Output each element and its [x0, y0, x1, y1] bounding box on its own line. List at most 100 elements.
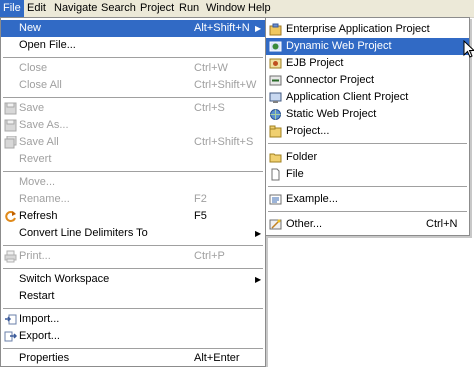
menu-item-accel: F5: [194, 210, 207, 222]
static-web-icon: [270, 109, 281, 120]
menu-item-close-all[interactable]: Close All Ctrl+Shift+W: [1, 77, 265, 94]
menu-item-label: Application Client Project: [286, 91, 409, 103]
menu-item-label: Example...: [286, 193, 338, 205]
menu-item-refresh[interactable]: Refresh F5: [1, 208, 265, 225]
menu-item-label: New: [19, 22, 42, 34]
separator: [3, 97, 263, 98]
menu-item-label: Enterprise Application Project: [286, 23, 430, 35]
menu-item-label: EJB Project: [286, 57, 344, 69]
submenu-item-folder[interactable]: Folder: [266, 149, 469, 166]
submenu-item-enterprise-application-project[interactable]: Enterprise Application Project: [266, 21, 469, 38]
print-icon: [4, 250, 17, 263]
ejb-icon: [269, 58, 282, 69]
separator: [3, 57, 263, 58]
menu-item-label: Close All: [19, 79, 62, 91]
menu-item-label: Export...: [19, 330, 60, 342]
menu-item-label: Restart: [19, 290, 55, 302]
separator: [3, 348, 263, 349]
export-icon: [4, 331, 17, 342]
menu-item-label: Project...: [286, 125, 330, 137]
submenu-arrow-icon: ▶: [255, 275, 262, 284]
menu-item-export[interactable]: Export...: [1, 328, 265, 345]
menu-item-move[interactable]: Move...: [1, 174, 265, 191]
separator: [3, 245, 263, 246]
menu-item-label: Save All: [19, 136, 59, 148]
application-client-icon: [269, 92, 282, 103]
menu-run[interactable]: Run: [176, 0, 202, 17]
menu-edit[interactable]: Edit: [24, 0, 49, 17]
menu-item-convert-line-delimiters[interactable]: Convert Line Delimiters To ▶: [1, 225, 265, 242]
file-menu: New Alt+Shift+N ▶ Open File... Close Ctr…: [0, 17, 266, 367]
menu-item-accel: Ctrl+P: [194, 250, 225, 262]
menu-item-accel: Ctrl+W: [194, 62, 228, 74]
menu-item-label: Print...: [19, 250, 51, 262]
menu-item-print[interactable]: Print... Ctrl+P: [1, 248, 265, 265]
separator: [3, 268, 263, 269]
menu-item-label: Folder: [286, 151, 318, 163]
menu-item-rename[interactable]: Rename... F2: [1, 191, 265, 208]
menu-window[interactable]: Window: [203, 0, 248, 17]
import-icon: [5, 314, 17, 325]
submenu-item-file[interactable]: File: [266, 166, 469, 183]
menu-help[interactable]: Help: [245, 0, 274, 17]
menu-item-new[interactable]: New Alt+Shift+N ▶: [1, 20, 265, 37]
submenu-arrow-icon: ▶: [255, 229, 262, 238]
menu-item-label: Close: [19, 62, 48, 74]
submenu-item-dynamic-web-project[interactable]: Dynamic Web Project: [266, 38, 469, 55]
menu-item-accel: F2: [194, 193, 207, 205]
menu-item-label: Save: [19, 102, 45, 114]
new-submenu: Enterprise Application Project Dynamic W…: [265, 17, 470, 236]
menu-item-save-as[interactable]: Save As...: [1, 117, 265, 134]
folder-icon: [269, 153, 282, 163]
menu-item-accel: Ctrl+Shift+S: [194, 136, 254, 148]
menu-item-close[interactable]: Close Ctrl+W: [1, 60, 265, 77]
menu-item-label: Revert: [19, 153, 52, 165]
menu-item-label: Convert Line Delimiters To: [19, 227, 148, 239]
menu-item-label: Import...: [19, 313, 60, 325]
submenu-item-ejb-project[interactable]: EJB Project: [266, 55, 469, 72]
submenu-item-project[interactable]: Project...: [266, 123, 469, 140]
submenu-arrow-icon: ▶: [255, 24, 262, 33]
separator: [268, 211, 467, 212]
menu-item-accel: Alt+Shift+N: [194, 22, 250, 34]
menu-item-label: Other...: [286, 218, 323, 230]
submenu-item-static-web-project[interactable]: Static Web Project: [266, 106, 469, 123]
dynamic-web-icon: [269, 41, 282, 52]
menu-item-accel: Alt+Enter: [194, 352, 240, 364]
menu-item-label: Move...: [19, 176, 56, 188]
submenu-item-example[interactable]: Example...: [266, 191, 469, 208]
menu-navigate[interactable]: Navigate: [51, 0, 100, 17]
submenu-item-other[interactable]: Other... Ctrl+N: [266, 216, 469, 233]
menu-item-label: Properties: [19, 352, 70, 364]
separator: [3, 171, 263, 172]
menu-file[interactable]: File: [0, 0, 24, 17]
menu-item-accel: Ctrl+S: [194, 102, 225, 114]
menu-item-save-all[interactable]: Save All Ctrl+Shift+S: [1, 134, 265, 151]
menu-bar: File Edit Navigate Search Project Run Wi…: [0, 0, 474, 18]
menu-search[interactable]: Search: [98, 0, 139, 17]
menu-item-label: Switch Workspace: [19, 273, 110, 285]
menu-item-label: Rename...: [19, 193, 70, 205]
example-icon: [269, 194, 282, 205]
menu-item-label: File: [286, 168, 304, 180]
menu-project[interactable]: Project: [137, 0, 177, 17]
menu-item-save[interactable]: Save Ctrl+S: [1, 100, 265, 117]
menu-item-properties[interactable]: Properties Alt+Enter: [1, 350, 265, 367]
menu-item-label: Save As...: [19, 119, 69, 131]
submenu-item-application-client-project[interactable]: Application Client Project: [266, 89, 469, 106]
save-all-icon: [4, 136, 17, 149]
menu-item-import[interactable]: Import...: [1, 311, 265, 328]
submenu-item-connector-project[interactable]: Connector Project: [266, 72, 469, 89]
enterprise-application-icon: [269, 23, 282, 36]
separator: [3, 308, 263, 309]
menu-item-revert[interactable]: Revert: [1, 151, 265, 168]
separator: [268, 186, 467, 187]
file-icon: [271, 168, 280, 181]
menu-item-label: Connector Project: [286, 74, 375, 86]
menu-item-open-file[interactable]: Open File...: [1, 37, 265, 54]
refresh-icon: [5, 211, 16, 222]
project-icon: [269, 125, 282, 138]
menu-item-switch-workspace[interactable]: Switch Workspace ▶: [1, 271, 265, 288]
menu-item-restart[interactable]: Restart: [1, 288, 265, 305]
menu-item-accel: Ctrl+N: [426, 218, 458, 230]
